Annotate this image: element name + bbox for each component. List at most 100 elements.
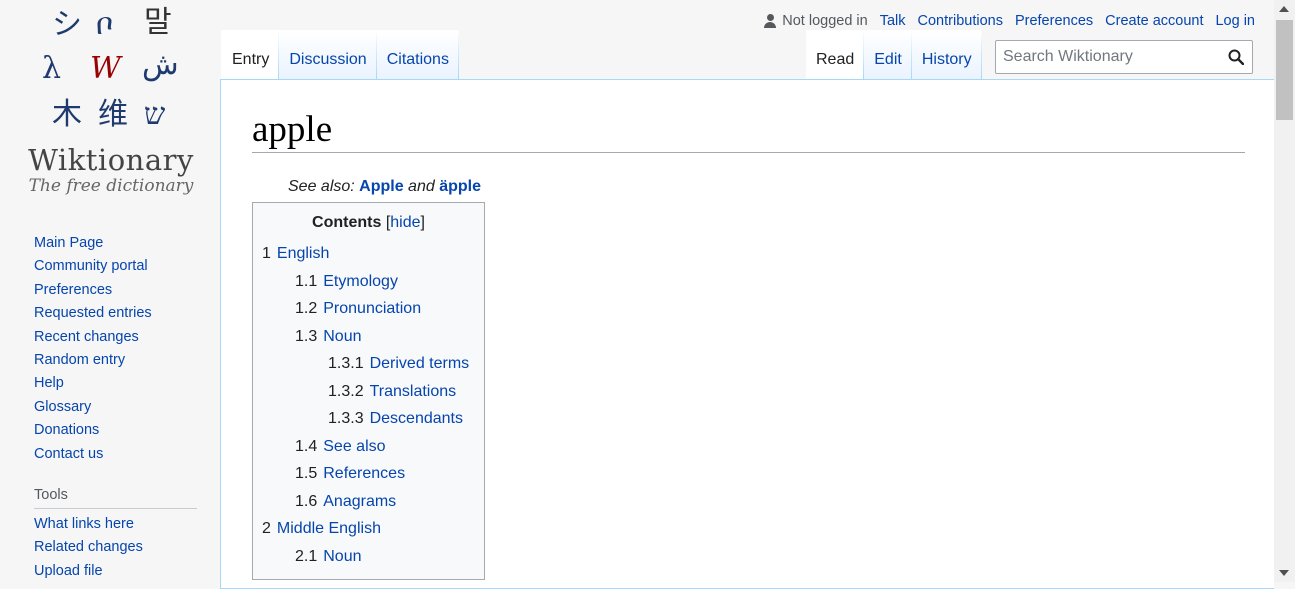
toc-label: Etymology bbox=[323, 272, 398, 290]
toc-item-descendants[interactable]: 1.3.3 Descendants bbox=[253, 408, 484, 436]
tab-read[interactable]: Read bbox=[806, 30, 864, 80]
toc-label: Descendants bbox=[369, 410, 463, 427]
sidebar-item-related-changes[interactable]: Related changes bbox=[34, 536, 209, 559]
toc-number: 1.2 bbox=[295, 300, 318, 317]
toc-item-derived-terms[interactable]: 1.3.1 Derived terms bbox=[253, 353, 484, 381]
toc-item-translations[interactable]: 1.3.2 Translations bbox=[253, 381, 484, 409]
user-icon bbox=[763, 14, 777, 28]
tab-history[interactable]: History bbox=[912, 30, 982, 80]
search-input[interactable] bbox=[996, 41, 1223, 73]
contributions-link[interactable]: Contributions bbox=[918, 13, 1003, 29]
toc-hide-link[interactable]: hide bbox=[390, 214, 420, 231]
hatnote-prefix: See also: bbox=[288, 178, 360, 195]
sidebar-item-contact-us[interactable]: Contact us bbox=[34, 443, 209, 466]
toc-bracket-close: ] bbox=[420, 214, 425, 231]
sidebar: Main Page Community portal Preferences R… bbox=[34, 232, 209, 583]
sidebar-item-glossary[interactable]: Glossary bbox=[34, 396, 209, 419]
tab-entry[interactable]: Entry bbox=[221, 30, 279, 80]
toc-label: English bbox=[276, 245, 330, 262]
toc-label: Middle English bbox=[276, 520, 381, 537]
site-logo[interactable]: シ ቦ 말 λ W ش 木 维 ש Wiktionary The free di… bbox=[0, 0, 220, 210]
scrollbar-thumb[interactable] bbox=[1276, 20, 1293, 120]
hatnote-mid: and bbox=[403, 178, 440, 195]
toc-label: See also bbox=[323, 437, 386, 455]
sidebar-item-community-portal[interactable]: Community portal bbox=[34, 255, 209, 278]
logo-glyph: λ bbox=[42, 51, 62, 86]
sidebar-item-donations[interactable]: Donations bbox=[34, 419, 209, 442]
tab-edit[interactable]: Edit bbox=[864, 30, 912, 80]
toc-label: Translations bbox=[369, 382, 457, 400]
toc-title: Contents [hide] bbox=[253, 214, 484, 234]
login-status-text: Not logged in bbox=[782, 13, 868, 29]
toc-heading: Contents bbox=[312, 214, 382, 231]
sidebar-item-requested-entries[interactable]: Requested entries bbox=[34, 302, 209, 325]
toc-number: 1.6 bbox=[295, 492, 318, 510]
sidebar-item-random-entry[interactable]: Random entry bbox=[34, 349, 209, 372]
toc-number: 1.3 bbox=[295, 327, 318, 345]
toc-label: References bbox=[323, 465, 406, 482]
scroll-down-arrow-icon[interactable] bbox=[1279, 570, 1289, 576]
sidebar-item-main-page[interactable]: Main Page bbox=[34, 232, 209, 255]
logo-glyph: 말 bbox=[144, 5, 172, 40]
toc-item-anagrams[interactable]: 1.6 Anagrams bbox=[253, 491, 484, 519]
vertical-scrollbar[interactable] bbox=[1274, 0, 1295, 582]
toc-number: 2.1 bbox=[295, 547, 318, 565]
toc-label: Noun bbox=[323, 327, 362, 345]
logo-glyph: ቦ bbox=[96, 7, 114, 42]
logo-tagline: The free dictionary bbox=[28, 176, 194, 196]
toc-item-noun[interactable]: 1.3 Noun bbox=[253, 326, 484, 354]
see-also-link-apple-umlaut[interactable]: äpple bbox=[439, 178, 481, 195]
view-tabs: Read Edit History bbox=[806, 30, 982, 80]
search-icon[interactable] bbox=[1228, 49, 1245, 66]
toc-item-references[interactable]: 1.5 References bbox=[253, 463, 484, 491]
tab-discussion[interactable]: Discussion bbox=[279, 30, 376, 80]
toc-number: 1 bbox=[262, 245, 271, 262]
create-account-link[interactable]: Create account bbox=[1105, 13, 1203, 29]
toc-item-etymology[interactable]: 1.1 Etymology bbox=[253, 271, 484, 299]
tab-citations[interactable]: Citations bbox=[377, 30, 459, 80]
logo-glyph: 木 bbox=[52, 97, 82, 132]
table-of-contents: Contents [hide] 1 English 1.1 Etymology 1.… bbox=[252, 202, 485, 580]
toc-number: 1.3.2 bbox=[328, 382, 364, 400]
toc-number: 1.3.3 bbox=[328, 410, 364, 427]
log-in-link[interactable]: Log in bbox=[1215, 13, 1255, 29]
sidebar-item-help[interactable]: Help bbox=[34, 372, 209, 395]
sidebar-item-what-links-here[interactable]: What links here bbox=[34, 513, 209, 536]
scroll-up-arrow-icon[interactable] bbox=[1279, 6, 1289, 12]
personal-tools: Not logged in Talk Contributions Prefere… bbox=[751, 13, 1255, 29]
toc-label: Anagrams bbox=[323, 492, 397, 510]
login-status: Not logged in bbox=[763, 13, 868, 29]
sidebar-item-recent-changes[interactable]: Recent changes bbox=[34, 326, 209, 349]
search-box bbox=[995, 40, 1253, 74]
logo-glyph: 维 bbox=[98, 97, 128, 132]
logo-glyph: ש bbox=[144, 97, 166, 132]
logo-glyph: シ bbox=[52, 7, 82, 42]
page-title: apple bbox=[252, 108, 1245, 153]
toc-list: 1 English 1.1 Etymology 1.2 Pronunciation 1… bbox=[253, 243, 484, 573]
toc-number: 2 bbox=[262, 520, 271, 537]
toc-number: 1.4 bbox=[295, 437, 318, 455]
toc-item-middle-english[interactable]: 2 Middle English bbox=[253, 518, 484, 546]
main-content: apple See also: Apple and äpple Contents… bbox=[220, 79, 1274, 589]
toc-item-see-also[interactable]: 1.4 See also bbox=[253, 436, 484, 464]
toc-label: Derived terms bbox=[369, 355, 470, 372]
talk-link[interactable]: Talk bbox=[880, 13, 906, 29]
see-also-hatnote: See also: Apple and äpple bbox=[288, 178, 481, 196]
toc-number: 1.3.1 bbox=[328, 355, 364, 372]
sidebar-item-upload-file[interactable]: Upload file bbox=[34, 560, 209, 583]
toc-item-middle-english-noun[interactable]: 2.1 Noun bbox=[253, 546, 484, 574]
toc-label: Noun bbox=[323, 547, 362, 565]
see-also-link-apple[interactable]: Apple bbox=[359, 178, 403, 195]
preferences-link[interactable]: Preferences bbox=[1015, 13, 1093, 29]
logo-wordmark: Wiktionary bbox=[28, 143, 194, 177]
logo-glyph: W bbox=[90, 51, 121, 86]
logo-glyph: ش bbox=[142, 47, 179, 82]
sidebar-tools-heading: Tools bbox=[34, 484, 197, 509]
namespace-tabs: Entry Discussion Citations bbox=[221, 30, 459, 80]
sidebar-item-preferences[interactable]: Preferences bbox=[34, 279, 209, 302]
toc-item-english[interactable]: 1 English bbox=[253, 243, 484, 271]
toc-item-pronunciation[interactable]: 1.2 Pronunciation bbox=[253, 298, 484, 326]
toc-number: 1.1 bbox=[295, 272, 318, 290]
toc-number: 1.5 bbox=[295, 465, 318, 482]
toc-label: Pronunciation bbox=[323, 300, 422, 317]
